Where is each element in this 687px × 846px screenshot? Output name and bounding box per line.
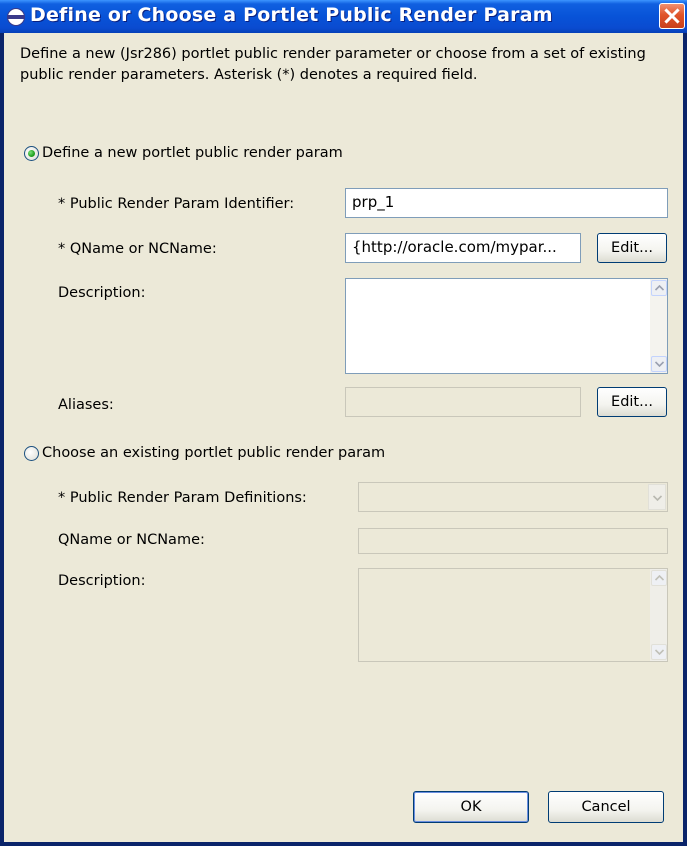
definitions-label: * Public Render Param Definitions: <box>58 490 307 506</box>
choose-existing-radio[interactable] <box>24 446 39 461</box>
choose-description-label: Description: <box>58 573 146 589</box>
close-button[interactable] <box>659 3 685 29</box>
choose-description-scrollbar <box>650 569 667 661</box>
scroll-down-arrow-icon <box>651 644 667 660</box>
choose-qname-label: QName or NCName: <box>58 532 205 548</box>
define-new-radio[interactable] <box>24 146 39 161</box>
description-textarea[interactable] <box>345 278 668 374</box>
dropdown-arrow-icon <box>648 484 666 510</box>
ok-button[interactable]: OK <box>413 791 529 823</box>
choose-existing-label[interactable]: Choose an existing portlet public render… <box>42 445 385 461</box>
aliases-label: Aliases: <box>58 397 114 413</box>
window-icon <box>7 8 25 26</box>
intro-text: Define a new (Jsr286) portlet public ren… <box>20 46 646 83</box>
scroll-up-arrow-icon[interactable] <box>651 280 667 296</box>
scroll-down-arrow-icon[interactable] <box>651 356 667 372</box>
dialog-window: Define or Choose a Portlet Public Render… <box>0 0 687 846</box>
radio-selected-dot <box>28 150 35 157</box>
qname-edit-button[interactable]: Edit... <box>597 233 667 263</box>
description-label: Description: <box>58 285 146 301</box>
window-title: Define or Choose a Portlet Public Render… <box>30 4 553 26</box>
aliases-edit-button[interactable]: Edit... <box>597 387 667 417</box>
title-bar[interactable]: Define or Choose a Portlet Public Render… <box>0 0 687 33</box>
choose-description-textarea <box>358 568 668 662</box>
define-new-label[interactable]: Define a new portlet public render param <box>42 145 343 161</box>
choose-qname-input <box>358 528 668 554</box>
identifier-input[interactable]: prp_1 <box>345 188 668 218</box>
scroll-up-arrow-icon <box>651 570 667 586</box>
definitions-select <box>358 482 668 512</box>
qname-input[interactable]: {http://oracle.com/mypar... <box>345 233 581 263</box>
qname-label: * QName or NCName: <box>58 241 217 257</box>
description-scrollbar[interactable] <box>650 279 667 373</box>
aliases-input <box>345 387 581 417</box>
close-icon <box>664 8 680 24</box>
identifier-label: * Public Render Param Identifier: <box>58 196 295 212</box>
cancel-button[interactable]: Cancel <box>548 791 664 823</box>
